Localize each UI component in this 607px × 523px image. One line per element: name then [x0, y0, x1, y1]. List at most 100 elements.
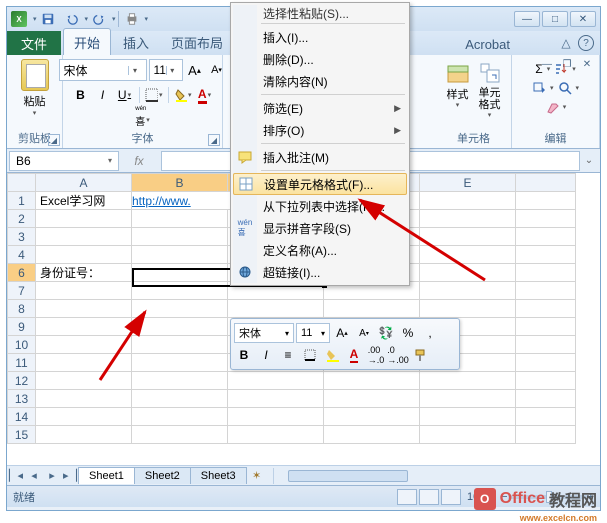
- bold-button[interactable]: B: [71, 86, 91, 104]
- row-header-15[interactable]: 15: [8, 426, 36, 444]
- tab-page-layout[interactable]: 页面布局: [161, 29, 233, 55]
- clear-button[interactable]: [545, 100, 559, 114]
- row-header-3[interactable]: 3: [8, 228, 36, 246]
- minimize-button[interactable]: —: [514, 11, 540, 27]
- name-box-dropdown[interactable]: ▾: [108, 156, 112, 165]
- ctx-format-cells[interactable]: 设置单元格格式(F)...: [233, 173, 407, 195]
- mini-comma-format[interactable]: ,: [420, 323, 440, 343]
- row-header-11[interactable]: 11: [8, 354, 36, 372]
- row-header-6[interactable]: 6: [8, 264, 36, 282]
- select-all-corner[interactable]: [8, 174, 36, 192]
- sheet-nav-first[interactable]: ▏◂: [7, 469, 25, 482]
- mini-font-name[interactable]: 宋体▾: [234, 323, 294, 343]
- ctx-clear-contents[interactable]: 清除内容(N): [233, 70, 407, 92]
- close-button[interactable]: ✕: [570, 11, 596, 27]
- increase-font-button[interactable]: A▴: [185, 61, 205, 79]
- undo-button[interactable]: [61, 9, 83, 29]
- row-header-7[interactable]: 7: [8, 282, 36, 300]
- page-break-view-button[interactable]: [441, 489, 461, 505]
- ctx-insert-comment[interactable]: 插入批注(M): [233, 146, 407, 168]
- mini-decrease-font[interactable]: A▾: [354, 323, 374, 343]
- sort-filter-icon[interactable]: [554, 62, 568, 76]
- tab-home[interactable]: 开始: [63, 28, 111, 55]
- mini-decrease-decimal[interactable]: .0→.00: [388, 345, 408, 365]
- print-preview-button[interactable]: [121, 9, 143, 29]
- sheet-tab-1[interactable]: Sheet1: [78, 467, 135, 484]
- mini-italic[interactable]: I: [256, 345, 276, 365]
- col-header-A[interactable]: A: [36, 174, 132, 192]
- italic-button[interactable]: I: [93, 86, 113, 104]
- border-button[interactable]: [144, 86, 164, 104]
- fx-button[interactable]: fx: [119, 154, 159, 168]
- cell-A1[interactable]: Excel学习网: [36, 192, 132, 210]
- styles-button[interactable]: 样式 ▾: [442, 59, 474, 117]
- excel-icon[interactable]: X: [11, 11, 27, 27]
- formula-bar-expand[interactable]: ⌄: [580, 155, 598, 166]
- ctx-show-phonetic[interactable]: wén喜 显示拼音字段(S): [233, 217, 407, 239]
- mini-fill-color[interactable]: [322, 345, 342, 365]
- row-header-14[interactable]: 14: [8, 408, 36, 426]
- row-header-1[interactable]: 1: [8, 192, 36, 210]
- mini-center[interactable]: ≡: [278, 345, 298, 365]
- fill-color-button[interactable]: [173, 86, 193, 104]
- font-size-select[interactable]: 11▾: [149, 59, 183, 81]
- ctx-filter[interactable]: 筛选(E)▶: [233, 97, 407, 119]
- tab-insert[interactable]: 插入: [113, 29, 159, 55]
- mini-font-color[interactable]: A: [344, 345, 364, 365]
- row-header-2[interactable]: 2: [8, 210, 36, 228]
- row-header-4[interactable]: 4: [8, 246, 36, 264]
- paste-button[interactable]: 粘贴 ▾: [15, 59, 55, 117]
- sheet-nav-prev[interactable]: ◂: [25, 469, 43, 482]
- mini-increase-font[interactable]: A▴: [332, 323, 352, 343]
- print-dropdown[interactable]: ▾: [145, 15, 149, 23]
- ctx-sort[interactable]: 排序(O)▶: [233, 119, 407, 141]
- normal-view-button[interactable]: [397, 489, 417, 505]
- sheet-nav-next[interactable]: ▸: [43, 469, 61, 482]
- col-header-E[interactable]: E: [420, 174, 516, 192]
- cell-B6[interactable]: [132, 264, 228, 282]
- ctx-define-name[interactable]: 定义名称(A)...: [233, 239, 407, 261]
- cell-A6[interactable]: 身份证号：: [36, 264, 132, 282]
- ctx-pick-from-list[interactable]: 从下拉列表中选择(K)...: [233, 195, 407, 217]
- find-button[interactable]: [558, 81, 572, 95]
- decrease-font-button[interactable]: A▾: [207, 61, 227, 79]
- row-header-13[interactable]: 13: [8, 390, 36, 408]
- row-header-12[interactable]: 12: [8, 372, 36, 390]
- save-button[interactable]: [37, 9, 59, 29]
- page-layout-view-button[interactable]: [419, 489, 439, 505]
- minimize-ribbon-icon[interactable]: △: [558, 35, 574, 51]
- row-header-9[interactable]: 9: [8, 318, 36, 336]
- font-dialog-launcher[interactable]: ◢: [208, 134, 220, 146]
- ctx-insert[interactable]: 插入(I)...: [233, 26, 407, 48]
- font-color-button[interactable]: A: [195, 86, 215, 104]
- horizontal-scrollbar[interactable]: [273, 468, 600, 484]
- fill-button[interactable]: [532, 81, 546, 95]
- col-header-B[interactable]: B: [132, 174, 228, 192]
- mini-font-size[interactable]: 11▾: [296, 323, 330, 343]
- mini-border[interactable]: [300, 345, 320, 365]
- ctx-hyperlink[interactable]: 超链接(I)...: [233, 261, 407, 283]
- mini-percent-format[interactable]: %: [398, 323, 418, 343]
- font-name-select[interactable]: 宋体▾: [59, 59, 147, 81]
- autosum-button[interactable]: Σ: [535, 62, 542, 76]
- name-box[interactable]: B6 ▾: [9, 151, 119, 171]
- new-sheet-button[interactable]: ✶: [247, 469, 267, 482]
- redo-dropdown[interactable]: ▾: [112, 15, 116, 23]
- ctx-paste-special[interactable]: 选择性粘贴(S)...: [233, 5, 407, 21]
- help-icon[interactable]: ?: [578, 35, 594, 51]
- ctx-delete[interactable]: 删除(D)...: [233, 48, 407, 70]
- row-header-10[interactable]: 10: [8, 336, 36, 354]
- sheet-tab-2[interactable]: Sheet2: [134, 467, 191, 484]
- cell-format-button[interactable]: 单元格式 ▾: [474, 59, 506, 117]
- redo-button[interactable]: [88, 9, 110, 29]
- tab-file[interactable]: 文件: [7, 31, 61, 55]
- sheet-nav-last[interactable]: ▸▕: [61, 469, 79, 482]
- underline-button[interactable]: U: [115, 86, 135, 104]
- tab-acrobat[interactable]: Acrobat: [455, 33, 520, 55]
- mini-format-painter[interactable]: [410, 345, 430, 365]
- sheet-tab-3[interactable]: Sheet3: [190, 467, 247, 484]
- maximize-button[interactable]: □: [542, 11, 568, 27]
- phonetic-button[interactable]: 喜wén: [133, 111, 153, 129]
- mini-accounting-format[interactable]: 💱: [376, 323, 396, 343]
- clipboard-dialog-launcher[interactable]: ◢: [48, 134, 60, 146]
